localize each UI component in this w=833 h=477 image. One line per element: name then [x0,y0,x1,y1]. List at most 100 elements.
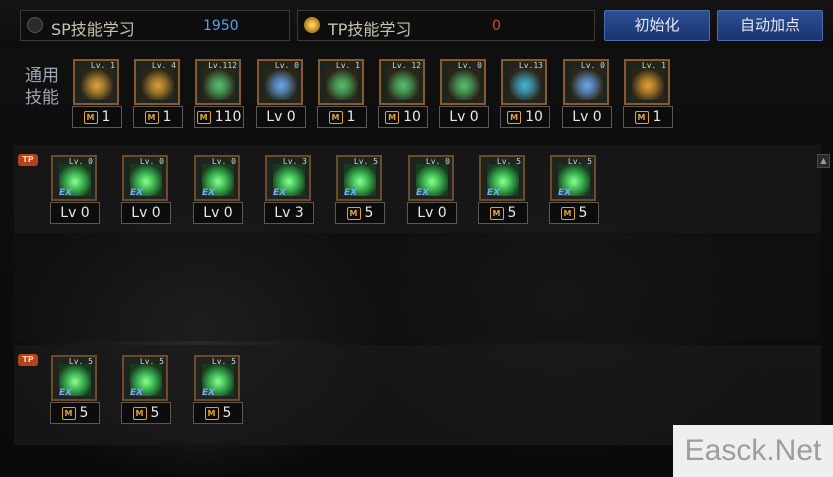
skill-slot[interactable]: Lv. 5 EX M 5 [121,355,171,424]
sp-radio-icon[interactable] [27,17,43,33]
skill-slot[interactable]: Lv. 1 M1 [72,59,122,128]
skill-icon[interactable]: Lv. 1 [73,59,119,105]
skill-count-value: 5 [79,405,89,421]
skill-count-value: 5 [507,205,517,221]
skill-icon[interactable]: Lv. 4 [134,59,180,105]
skill-icon[interactable]: Lv. 0 [563,59,609,105]
skill-count: M5 [335,202,385,224]
master-badge-icon: M [144,110,159,124]
skill-slot[interactable]: Lv. 1 M1 [623,59,673,128]
general-skills-label: 通用 技能 [22,65,62,109]
skill-icon[interactable]: Lv. 0 [257,59,303,105]
skill-figure-icon [509,68,541,100]
skill-count-value: 1 [101,109,111,125]
skill-slot[interactable]: Lv. 4 M1 [133,59,183,128]
skill-level-label: Lv. 0 [139,157,164,166]
master-badge-icon: M [489,206,504,220]
skill-count: M1 [317,106,367,128]
skill-slot[interactable]: Lv. 12 M 10 [378,59,428,128]
reset-button[interactable]: 初始化 [604,10,710,41]
skill-count-value: Lv 0 [203,205,233,221]
skill-count-value: 5 [150,405,160,421]
skill-icon[interactable]: Lv. 1 [318,59,364,105]
skill-level-label: Lv. 0 [68,157,93,166]
skill-icon[interactable]: Lv. 3 EX [265,155,311,201]
skill-slot[interactable]: Lv. 5 EX M 5 [193,355,243,424]
skill-level-label: Lv. 0 [457,61,482,70]
tp-badge-icon: TP [18,154,38,166]
skill-level-label: Lv. 0 [274,61,299,70]
skill-slot[interactable]: Lv.13 M 10 [500,59,550,128]
skill-figure-icon [265,68,297,100]
skill-count-value: Lv 0 [417,205,447,221]
master-badge-icon: M [204,406,219,420]
skill-count: M 10 [500,106,550,128]
skill-count-value: 1 [346,109,356,125]
skill-slot[interactable]: Lv. 0 EX Lv 0 [121,155,171,224]
master-badge-icon: M [634,110,649,124]
skill-icon[interactable]: Lv. 5 EX [194,355,240,401]
skill-count-value: Lv 0 [572,109,602,125]
ex-mark-icon: EX [273,188,287,198]
tp-badge-icon: TP [18,354,38,366]
skill-level-label: Lv. 1 [90,61,115,70]
skill-level-label: Lv. 5 [139,357,164,366]
skill-level-label: Lv. 4 [151,61,176,70]
skill-icon[interactable]: Lv. 5 EX [51,355,97,401]
ex-mark-icon: EX [558,188,572,198]
sp-points-value: 1950 [203,18,239,34]
skill-figure-icon [387,68,419,100]
skill-count-value: Lv 0 [266,109,296,125]
master-badge-icon: M [346,206,361,220]
skill-icon[interactable]: Lv. 0 EX [194,155,240,201]
skill-count: M 10 [378,106,428,128]
skill-slot[interactable]: Lv. 5 EX M 5 [50,355,100,424]
skill-slot[interactable]: Lv. 1 M1 [317,59,367,128]
tp-tab-label: TP技能学习 [328,20,412,39]
skill-icon[interactable]: Lv. 5 EX [336,155,382,201]
skill-icon[interactable]: Lv. 5 EX [550,155,596,201]
skill-level-label: Lv. 0 [211,157,236,166]
skill-icon[interactable]: Lv. 12 [379,59,425,105]
skill-level-label: Lv. 5 [496,157,521,166]
skill-figure-icon [203,68,235,100]
skill-level-label: Lv. 1 [641,61,666,70]
auto-assign-button[interactable]: 自动加点 [717,10,823,41]
skill-icon[interactable]: Lv. 0 EX [408,155,454,201]
skill-slot[interactable]: Lv. 3 EX Lv 3 [264,155,314,224]
skill-slot[interactable]: Lv. 0 EX Lv 0 [193,155,243,224]
skill-slot[interactable]: Lv. 5 EX M 5 [478,155,528,224]
skill-icon[interactable]: Lv.13 [501,59,547,105]
master-badge-icon: M [560,206,575,220]
skill-icon[interactable]: Lv. 5 EX [479,155,525,201]
skill-icon[interactable]: Lv. 0 [440,59,486,105]
sp-skill-tab[interactable]: SP技能学习 1950 [20,10,290,41]
skill-slot[interactable]: Lv.112 M 110 [194,59,244,128]
tp-skill-tab[interactable]: TP技能学习 0 [297,10,595,41]
skill-count-value: Lv 3 [274,205,304,221]
skill-icon[interactable]: Lv. 0 EX [51,155,97,201]
skill-icon[interactable]: Lv.112 [195,59,241,105]
skill-slot[interactable]: Lv. 0 Lv 0 [256,59,306,128]
skill-slot[interactable]: Lv. 5 EX M 5 [549,155,599,224]
skill-icon[interactable]: Lv. 0 EX [122,155,168,201]
skill-icon[interactable]: Lv. 5 EX [122,355,168,401]
master-badge-icon: M [61,406,76,420]
skill-count: M5 [50,402,100,424]
skill-count-value: 5 [364,205,374,221]
skill-slot[interactable]: Lv. 0 EX Lv 0 [407,155,457,224]
skill-slot[interactable]: Lv. 5 EX M 5 [335,155,385,224]
tp-section-1-empty [14,233,821,341]
skill-count-value: 110 [214,109,242,125]
skill-slot[interactable]: Lv. 0 Lv 0 [439,59,489,128]
skill-level-label: Lv. 12 [392,61,421,70]
scroll-up-icon[interactable]: ▲ [817,154,830,168]
tp-radio-icon[interactable] [304,17,320,33]
skill-slot[interactable]: Lv. 0 EX Lv 0 [50,155,100,224]
general-label-line1: 通用 [25,66,59,86]
skill-count: Lv 0 [407,202,457,224]
skill-slot[interactable]: Lv. 0 Lv 0 [562,59,612,128]
ex-mark-icon: EX [344,188,358,198]
skill-icon[interactable]: Lv. 1 [624,59,670,105]
master-badge-icon: M [507,110,522,124]
